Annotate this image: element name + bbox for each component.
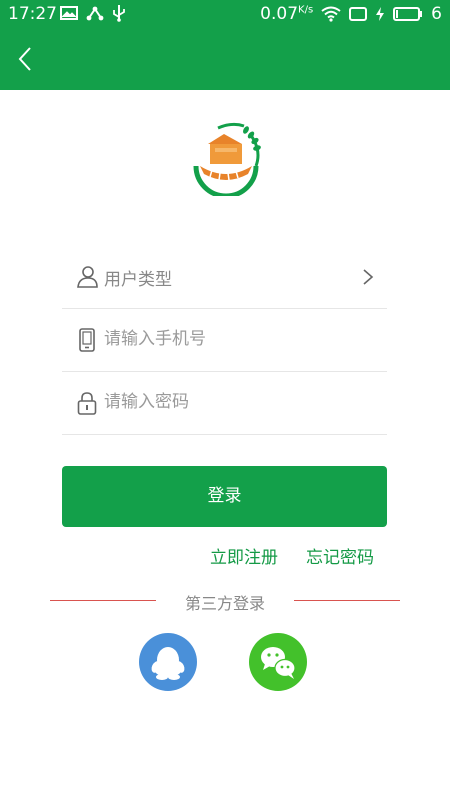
usb-icon [113,5,125,22]
network-speed: 0.07K/s [260,4,314,24]
screen-icon [349,7,368,21]
battery-icon [393,7,423,21]
login-button[interactable]: 登录 [62,466,387,527]
wechat-login-button[interactable] [249,633,307,691]
register-link[interactable]: 立即注册 [210,543,278,568]
password-field [62,372,387,435]
back-button[interactable] [12,45,40,73]
password-input[interactable] [104,387,364,417]
phone-icon [79,328,95,352]
user-type-label: 用户类型 [104,270,172,290]
divider-line-right [294,600,400,601]
phone-input[interactable] [104,324,364,354]
third-party-label: 第三方登录 [184,594,265,613]
wifi-icon [321,6,341,22]
qq-login-button[interactable] [139,633,197,691]
charging-icon [376,7,385,21]
qq-icon [151,647,185,680]
status-right: 0.07K/s 6 [260,4,442,24]
wechat-icon [261,647,296,679]
user-icon [77,266,98,288]
third-party-divider: 第三方登录 [0,590,450,613]
user-type-selector[interactable]: 用户类型 [62,246,387,309]
gallery-notification-icon [60,6,78,20]
battery-level: 6 [431,4,442,24]
phone-field [62,309,387,372]
status-left-icons [60,4,126,22]
lock-icon [77,392,97,415]
share-notification-icon [86,6,104,21]
app-bar: 17:27 0.07K/s 6 [0,0,450,90]
chevron-right-icon [363,269,374,285]
status-bar: 17:27 0.07K/s 6 [0,0,450,28]
app-logo [188,120,264,199]
status-time: 17:27 [8,4,57,24]
forgot-password-link[interactable]: 忘记密码 [306,543,374,568]
chevron-left-icon [18,47,31,71]
